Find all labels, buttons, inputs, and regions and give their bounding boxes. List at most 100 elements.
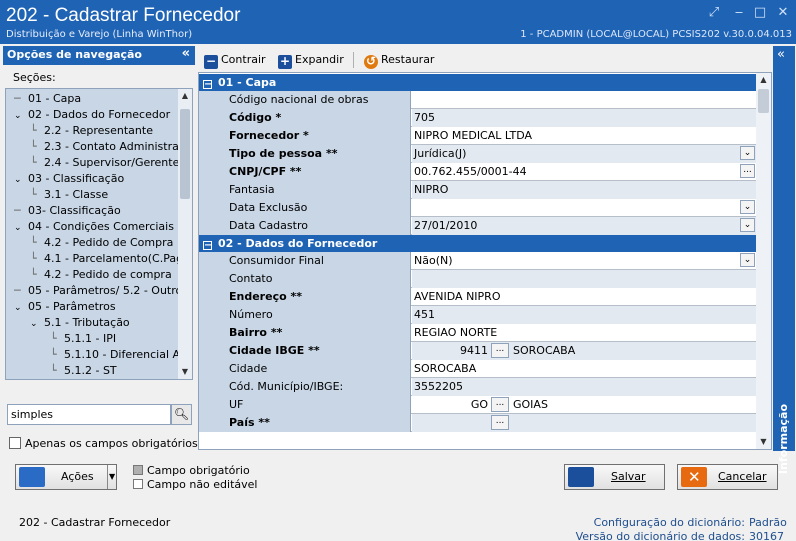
tree-item[interactable]: └ 2.4 - Supervisor/Gerente (30, 155, 179, 171)
tree-expand-icon[interactable]: ⌄ (30, 316, 44, 332)
required-only-checkbox[interactable]: Apenas os campos obrigatórios (9, 437, 198, 450)
tree-item[interactable]: ─ 05 - Parâmetros/ 5.2 - Outros (14, 283, 188, 299)
tree-expand-icon[interactable]: ⌄ (14, 172, 28, 188)
dropdown-arrow-icon[interactable]: ▼ (109, 465, 115, 489)
group-title: 02 - Dados do Fornecedor (218, 237, 378, 250)
group-collapse-icon[interactable]: − (203, 80, 212, 90)
field-input[interactable]: SOROCABA (412, 360, 757, 378)
sections-tree[interactable]: ─ 01 - Capa ⌄ 02 - Dados do Fornecedor └ 2.2 … (5, 88, 193, 380)
field-input[interactable]: 3552205 (412, 378, 757, 396)
dropdown-chevron-icon[interactable]: ⌄ (740, 146, 755, 160)
save-button[interactable]: Salvar (564, 464, 665, 490)
group-header[interactable]: −02 - Dados do Fornecedor (199, 235, 757, 252)
field-input[interactable]: ⌄ (412, 199, 757, 217)
navigation-title: Opções de navegação (7, 48, 142, 61)
field-label: Contato (213, 270, 411, 288)
group-collapse-icon[interactable]: − (203, 241, 212, 251)
section-search-input[interactable] (7, 404, 171, 425)
checkbox-box[interactable] (9, 437, 21, 449)
collapse-button[interactable]: − Contrair (204, 51, 266, 69)
tree-item[interactable]: └ 5.1.10 - Diferencial Alíquota (50, 347, 192, 363)
tree-item[interactable]: ⌄ 02 - Dados do Fornecedor (14, 107, 170, 123)
maximize-button[interactable]: □ (751, 4, 769, 22)
lookup-button[interactable]: ... (491, 343, 509, 358)
close-button[interactable]: ✕ (774, 4, 792, 22)
tree-item[interactable]: └ 3.1 - Classe (30, 187, 108, 203)
search-button[interactable]: 🔍︎ (171, 404, 192, 425)
field-input[interactable]: GO... GOIAS (412, 396, 757, 414)
tree-item[interactable]: └ 4.2 - Pedido de compra (30, 267, 172, 283)
row-gutter (199, 396, 213, 414)
tree-item[interactable]: ⌄ 5.1 - Tributação (30, 315, 130, 331)
tree-expand-icon[interactable]: ⌄ (14, 108, 28, 124)
property-grid: −01 - Capa Código nacional de obras Código… (198, 72, 772, 450)
tree-item[interactable]: ─ 03- Classificação (14, 203, 121, 219)
navigation-panel: Opções de navegação « Seções: ─ 01 - Capa… (3, 46, 198, 454)
tree-item[interactable]: ⌄ 03 - Classificação (14, 171, 124, 187)
tree-item[interactable]: └ 5.1.2 - ST (50, 363, 117, 379)
row-gutter (199, 145, 213, 163)
dropdown-chevron-icon[interactable]: ⌄ (740, 253, 755, 267)
field-input[interactable]: 705 (412, 109, 757, 127)
information-side-panel[interactable]: « Informação (773, 46, 795, 474)
field-input[interactable]: 00.762.455/0001-44... (412, 163, 757, 181)
grid-scroll-up-icon[interactable]: ▲ (756, 73, 771, 87)
lookup-button[interactable]: ... (491, 397, 509, 412)
lookup-button[interactable]: ... (491, 415, 509, 430)
field-input[interactable] (412, 91, 757, 109)
field-input[interactable]: AVENIDA NIPRO (412, 288, 757, 306)
tree-item[interactable]: └ 4.2 - Pedido de Compra (30, 235, 173, 251)
tree-expand-icon[interactable]: ⌄ (14, 220, 28, 236)
window-subtitle: Distribuição e Varejo (Linha WinThor) (6, 29, 193, 40)
field-input[interactable]: ... (412, 414, 757, 432)
field-value: SOROCABA (414, 362, 477, 375)
tree-scrollbar[interactable]: ▲ ▼ (178, 89, 192, 379)
field-input[interactable]: 27/01/2010 ⌄ (412, 217, 757, 235)
dropdown-chevron-icon[interactable]: ⌄ (740, 218, 755, 232)
grid-scroll-down-icon[interactable]: ▼ (756, 435, 771, 449)
actions-button[interactable]: Ações ▼ (15, 464, 117, 490)
tree-item-label: 03- Classificação (28, 204, 121, 217)
field-input[interactable]: 9411... SOROCABA (412, 342, 757, 360)
tree-item[interactable]: ⌄ 04 - Condições Comerciais (14, 219, 174, 235)
field-input[interactable]: REGIAO NORTE (412, 324, 757, 342)
field-input[interactable]: NIPRO MEDICAL LTDA (412, 127, 757, 145)
tree-item[interactable]: └ 5.1.1 - IPI (50, 331, 116, 347)
field-input[interactable]: Jurídica(J) ⌄ (412, 145, 757, 163)
sections-label: Seções: (13, 71, 56, 84)
tree-branch-icon: └ (30, 268, 37, 281)
row-gutter (199, 217, 213, 235)
tree-item[interactable]: ─ 01 - Capa (14, 91, 81, 107)
ellipsis-button[interactable]: ... (740, 164, 755, 178)
group-header[interactable]: −01 - Capa (199, 74, 757, 91)
grid-scroll-thumb[interactable] (758, 89, 769, 113)
required-only-label: Apenas os campos obrigatórios (25, 437, 198, 450)
field-input[interactable]: NIPRO (412, 181, 757, 199)
tree-item[interactable]: └ 2.3 - Contato Administrativo (30, 139, 192, 155)
scroll-up-icon[interactable]: ▲ (178, 89, 192, 103)
tree-item-label: 5.1.1 - IPI (64, 332, 117, 345)
collapse-navigation-icon[interactable]: « (182, 46, 190, 61)
field-input[interactable]: Não(N) ⌄ (412, 252, 757, 270)
expand-label: Expandir (295, 53, 344, 66)
field-input[interactable]: 451 (412, 306, 757, 324)
tree-item[interactable]: ⌄ 05 - Parâmetros (14, 299, 116, 315)
dropdown-chevron-icon[interactable]: ⌄ (740, 200, 755, 214)
expand-button[interactable]: + Expandir (278, 51, 344, 69)
tree-scroll-thumb[interactable] (180, 109, 190, 199)
restore-button[interactable]: ↺ Restaurar (364, 51, 434, 69)
minimize-button[interactable]: ‒ (730, 4, 748, 22)
scroll-down-icon[interactable]: ▼ (178, 365, 192, 379)
row-gutter (199, 163, 213, 181)
tree-expand-icon[interactable]: ⌄ (14, 300, 28, 316)
resize-icon[interactable]: ⤢ (705, 4, 723, 22)
cancel-button[interactable]: ✕ Cancelar (677, 464, 778, 490)
tree-item-label: 05 - Parâmetros (28, 300, 116, 313)
tree-item[interactable]: └ 2.2 - Representante (30, 123, 153, 139)
collapse-info-icon[interactable]: « (777, 47, 785, 62)
tree-item[interactable]: └ 4.1 - Parcelamento(C.Pagar) (30, 251, 192, 267)
grid-scrollbar[interactable]: ▲ ▼ (756, 73, 771, 449)
field-value: 3552205 (414, 380, 463, 393)
field-input[interactable] (412, 270, 757, 288)
field-label: País ** (213, 414, 411, 432)
